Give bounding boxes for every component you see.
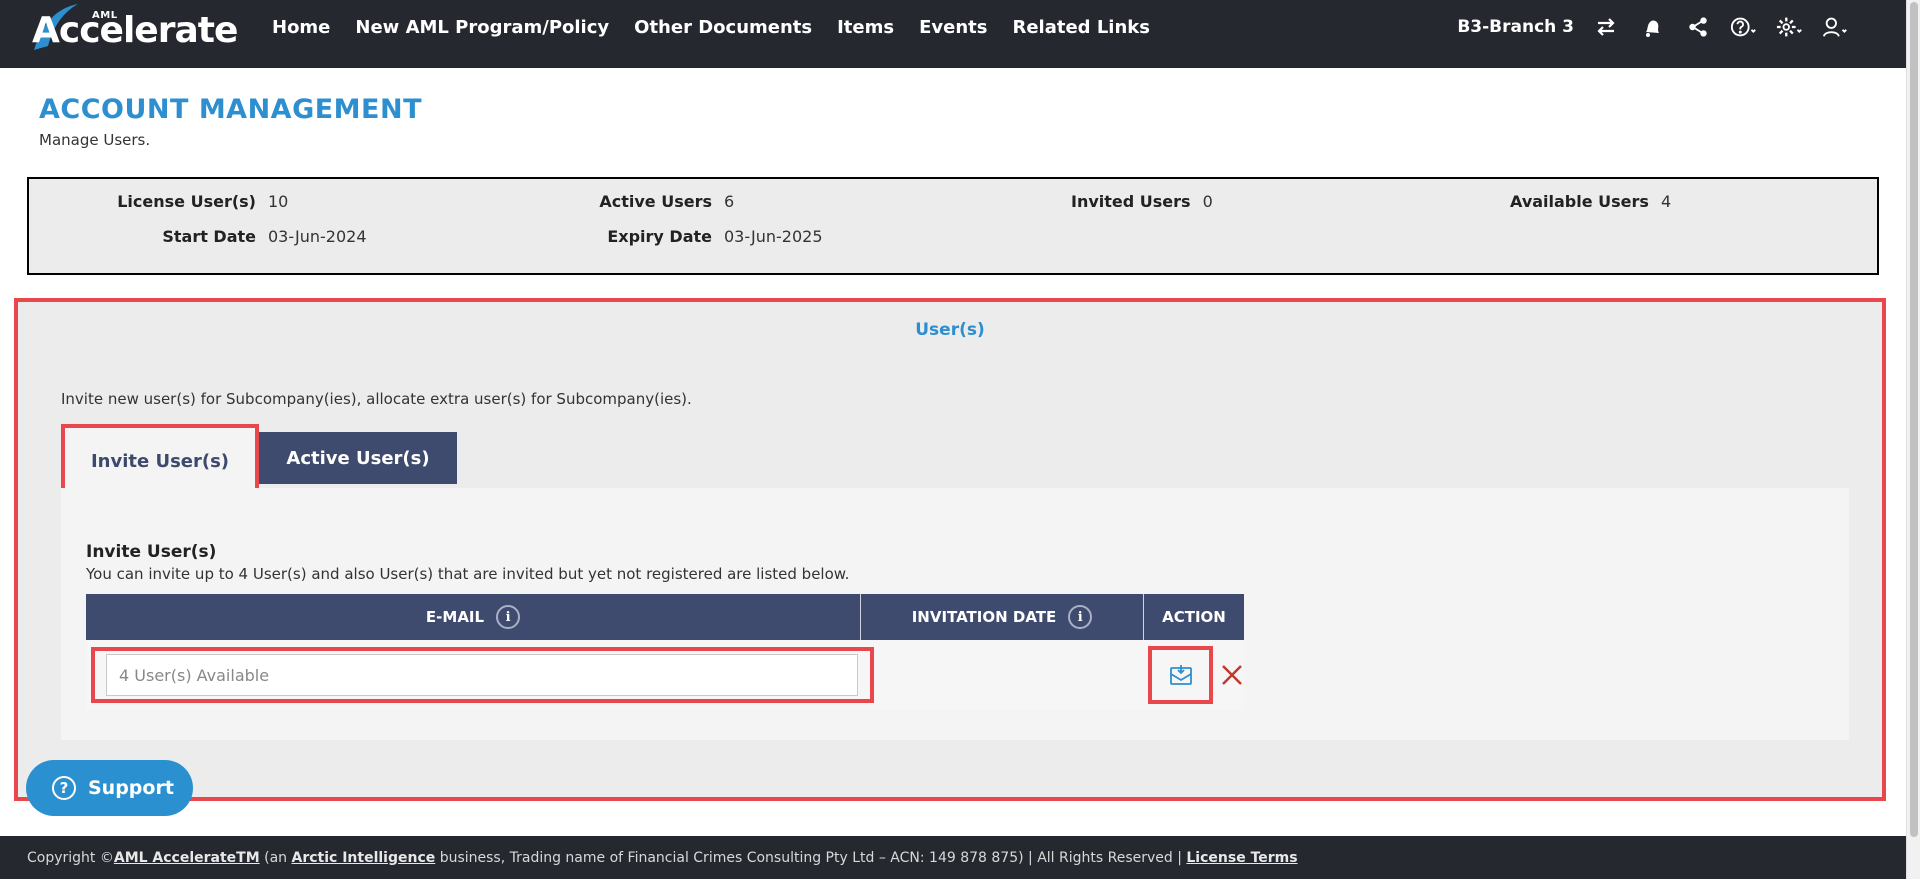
- column-invitation-date-label: INVITATION DATE: [911, 608, 1057, 626]
- support-button[interactable]: ? Support: [26, 760, 193, 816]
- tab-invite-users[interactable]: Invite User(s): [61, 424, 259, 498]
- nav-events[interactable]: Events: [919, 17, 987, 38]
- footer-mid-text-2: business, Trading name of Financial Crim…: [435, 849, 1187, 866]
- footer-mid-text-1: (an: [259, 849, 292, 866]
- column-action-label: ACTION: [1162, 608, 1226, 626]
- gear-icon[interactable]: [1776, 13, 1804, 41]
- nav-new-aml-program[interactable]: New AML Program/Policy: [355, 17, 609, 38]
- nav-right-tools: B3-Branch 3: [1457, 0, 1850, 54]
- send-invite-icon[interactable]: [1168, 662, 1194, 688]
- start-date-value: 03-Jun-2024: [268, 227, 367, 246]
- email-input-highlight: [91, 647, 874, 703]
- footer-license-terms-link[interactable]: License Terms: [1186, 850, 1297, 866]
- invited-users-label: Invited Users: [1071, 192, 1191, 211]
- expiry-date-label: Expiry Date: [607, 227, 712, 246]
- email-input[interactable]: [106, 654, 858, 696]
- page-footer: Copyright © AML AccelerateTM (an Arctic …: [0, 836, 1906, 879]
- start-date-field: Start Date 03-Jun-2024: [113, 227, 367, 246]
- active-users-label: Active Users: [599, 192, 712, 211]
- nav-other-documents[interactable]: Other Documents: [634, 17, 812, 38]
- license-users-value: 10: [268, 192, 289, 211]
- branch-name[interactable]: B3-Branch 3: [1457, 17, 1574, 37]
- support-help-icon: ?: [52, 776, 76, 800]
- nav-home[interactable]: Home: [272, 17, 330, 38]
- column-action: ACTION: [1144, 594, 1244, 640]
- switch-icon[interactable]: [1592, 13, 1620, 41]
- available-users-value: 4: [1660, 192, 1672, 211]
- invited-users-field: Invited Users 0: [1071, 192, 1213, 211]
- footer-brand-link[interactable]: AML AccelerateTM: [114, 850, 260, 866]
- active-users-field: Active Users 6: [589, 192, 734, 211]
- license-users-label: License User(s): [117, 192, 256, 211]
- invited-users-value: 0: [1202, 192, 1213, 211]
- main-nav: Home New AML Program/Policy Other Docume…: [272, 0, 1175, 54]
- email-info-icon[interactable]: i: [496, 605, 521, 629]
- user-tabs: Invite User(s) Active User(s): [61, 424, 457, 498]
- top-navbar: AML Accelerate Home New AML Program/Poli…: [0, 0, 1920, 68]
- scrollbar-thumb[interactable]: [1910, 2, 1918, 837]
- table-row: [86, 640, 1244, 710]
- start-date-label: Start Date: [162, 227, 256, 246]
- page-subtitle: Manage Users.: [39, 131, 151, 149]
- help-icon[interactable]: [1730, 13, 1758, 41]
- users-panel-title: User(s): [915, 320, 985, 340]
- send-invite-highlight: [1148, 646, 1214, 704]
- support-label: Support: [88, 777, 174, 799]
- page-title: ACCOUNT MANAGEMENT: [39, 94, 423, 125]
- invite-users-description: You can invite up to 4 User(s) and also …: [86, 565, 850, 583]
- footer-arctic-link[interactable]: Arctic Intelligence: [292, 850, 436, 866]
- invite-users-tab-content: Invite User(s) You can invite up to 4 Us…: [61, 488, 1849, 740]
- invitation-date-info-icon[interactable]: i: [1068, 605, 1093, 629]
- account-summary: License User(s) 10 Start Date 03-Jun-2024 …: [27, 177, 1879, 275]
- bell-icon[interactable]: [1638, 13, 1666, 41]
- delete-row-icon[interactable]: [1219, 662, 1244, 688]
- invitation-date-cell: [861, 640, 1144, 710]
- available-users-field: Available Users 4: [1510, 192, 1671, 211]
- app-logo[interactable]: AML Accelerate: [26, 0, 238, 60]
- tab-active-users[interactable]: Active User(s): [259, 432, 457, 484]
- active-users-value: 6: [724, 192, 735, 211]
- expiry-date-field: Expiry Date 03-Jun-2025: [589, 227, 823, 246]
- email-cell: [86, 640, 874, 710]
- users-panel: User(s) Invite new user(s) for Subcompan…: [14, 298, 1886, 801]
- table-header: E-MAIL i INVITATION DATE i ACTION: [86, 594, 1244, 640]
- expiry-date-value: 03-Jun-2025: [724, 227, 823, 246]
- logo-brand-text: Accelerate: [32, 10, 238, 51]
- nav-items[interactable]: Items: [837, 17, 894, 38]
- available-users-label: Available Users: [1510, 192, 1649, 211]
- invite-users-table: E-MAIL i INVITATION DATE i ACTION: [86, 594, 1244, 710]
- page-scrollbar[interactable]: [1906, 0, 1920, 879]
- column-email-label: E-MAIL: [425, 608, 485, 626]
- users-panel-description: Invite new user(s) for Subcompany(ies), …: [61, 390, 692, 408]
- column-email: E-MAIL i: [86, 594, 861, 640]
- nav-related-links[interactable]: Related Links: [1012, 17, 1150, 38]
- license-users-field: License User(s) 10: [113, 192, 288, 211]
- share-icon[interactable]: [1684, 13, 1712, 41]
- user-icon[interactable]: [1822, 13, 1850, 41]
- column-invitation-date: INVITATION DATE i: [861, 594, 1144, 640]
- action-cell: [1144, 640, 1244, 710]
- footer-prefix: Copyright ©: [27, 849, 114, 866]
- invite-users-heading: Invite User(s): [86, 542, 217, 562]
